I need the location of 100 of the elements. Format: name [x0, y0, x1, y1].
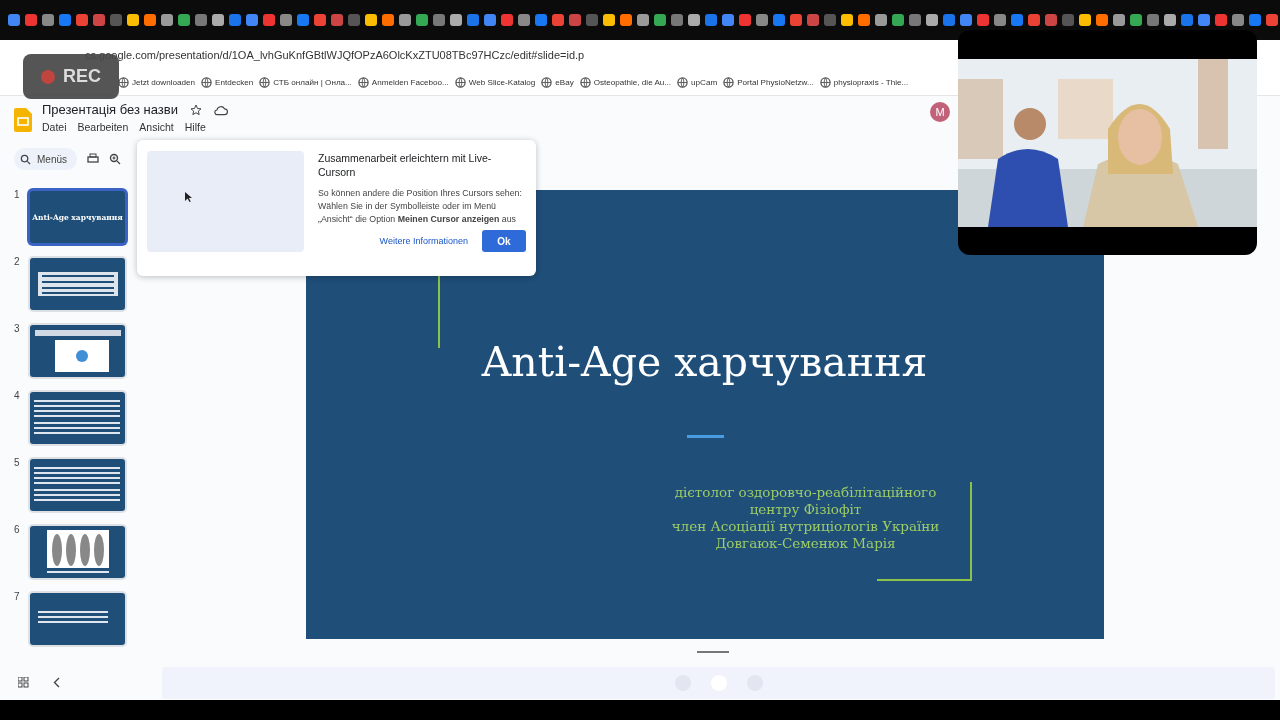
menu-item[interactable]: Datei	[42, 121, 67, 133]
more-info-link[interactable]: Weitere Informationen	[379, 236, 468, 246]
tab-favicon-icon[interactable]	[467, 14, 479, 26]
tab-favicon-icon[interactable]	[960, 14, 972, 26]
tab-favicon-icon[interactable]	[994, 14, 1006, 26]
bookmark-link[interactable]: СТБ онлайн | Онла...	[259, 77, 352, 88]
star-icon[interactable]	[190, 103, 202, 116]
tab-favicon-icon[interactable]	[603, 14, 615, 26]
tab-favicon-icon[interactable]	[654, 14, 666, 26]
menu-search-field[interactable]: Menüs	[14, 148, 77, 170]
tab-favicon-icon[interactable]	[195, 14, 207, 26]
print-icon[interactable]	[87, 153, 99, 165]
tab-favicon-icon[interactable]	[314, 14, 326, 26]
tab-favicon-icon[interactable]	[1215, 14, 1227, 26]
bookmark-link[interactable]: Portal PhysioNetzw...	[723, 77, 814, 88]
bookmark-link[interactable]: eBay	[541, 77, 574, 88]
slide-thumbnail[interactable]	[28, 390, 127, 446]
tab-favicon-icon[interactable]	[841, 14, 853, 26]
slide-thumbnail[interactable]	[28, 256, 127, 312]
tab-favicon-icon[interactable]	[518, 14, 530, 26]
bookmark-link[interactable]: Jetzt downloaden	[118, 77, 195, 88]
tab-favicon-icon[interactable]	[705, 14, 717, 26]
tab-favicon-icon[interactable]	[212, 14, 224, 26]
user-avatar[interactable]: M	[930, 102, 950, 122]
tab-favicon-icon[interactable]	[127, 14, 139, 26]
tab-favicon-icon[interactable]	[892, 14, 904, 26]
tab-favicon-icon[interactable]	[1181, 14, 1193, 26]
tab-favicon-icon[interactable]	[977, 14, 989, 26]
tab-favicon-icon[interactable]	[42, 14, 54, 26]
tab-favicon-icon[interactable]	[1266, 14, 1278, 26]
tab-favicon-icon[interactable]	[535, 14, 547, 26]
tab-favicon-icon[interactable]	[1028, 14, 1040, 26]
tab-favicon-icon[interactable]	[858, 14, 870, 26]
tab-favicon-icon[interactable]	[297, 14, 309, 26]
tab-favicon-icon[interactable]	[875, 14, 887, 26]
tab-favicon-icon[interactable]	[739, 14, 751, 26]
tab-favicon-icon[interactable]	[1113, 14, 1125, 26]
tab-favicon-icon[interactable]	[671, 14, 683, 26]
tab-favicon-icon[interactable]	[263, 14, 275, 26]
slide-thumbnail[interactable]	[28, 524, 127, 580]
tab-favicon-icon[interactable]	[1079, 14, 1091, 26]
tab-favicon-icon[interactable]	[484, 14, 496, 26]
tab-favicon-icon[interactable]	[1232, 14, 1244, 26]
tab-favicon-icon[interactable]	[501, 14, 513, 26]
slide-number: 4	[14, 390, 21, 403]
tab-favicon-icon[interactable]	[926, 14, 938, 26]
tab-favicon-icon[interactable]	[756, 14, 768, 26]
bookmark-link[interactable]: Anmelden Faceboo...	[357, 77, 449, 88]
slide-thumbnail[interactable]	[28, 591, 127, 647]
bookmark-link[interactable]: physiopraxis - Thie...	[819, 77, 909, 88]
cloud-icon[interactable]	[214, 103, 228, 116]
slide-thumbnail[interactable]	[28, 323, 127, 379]
tab-favicon-icon[interactable]	[790, 14, 802, 26]
tab-favicon-icon[interactable]	[25, 14, 37, 26]
menu-item[interactable]: Hilfe	[184, 121, 206, 133]
tab-favicon-icon[interactable]	[280, 14, 292, 26]
tab-favicon-icon[interactable]	[722, 14, 734, 26]
tab-favicon-icon[interactable]	[76, 14, 88, 26]
tab-favicon-icon[interactable]	[59, 14, 71, 26]
bookmark-link[interactable]: Osteopathie, die Au...	[579, 77, 672, 88]
tab-favicon-icon[interactable]	[365, 14, 377, 26]
tab-favicon-icon[interactable]	[161, 14, 173, 26]
document-title[interactable]: Презентація без назви	[42, 102, 178, 117]
tab-favicon-icon[interactable]	[229, 14, 241, 26]
menu-item[interactable]: Bearbeiten	[77, 121, 129, 133]
ok-button[interactable]: Ok	[482, 230, 526, 252]
tab-favicon-icon[interactable]	[773, 14, 785, 26]
tab-favicon-icon[interactable]	[1249, 14, 1261, 26]
slide-thumbnail[interactable]	[28, 457, 127, 513]
bookmark-link[interactable]: Web Slice-Katalog	[454, 77, 536, 88]
zoom-icon[interactable]	[109, 153, 121, 165]
tab-favicon-icon[interactable]	[1096, 14, 1108, 26]
tab-favicon-icon[interactable]	[620, 14, 632, 26]
tab-favicon-icon[interactable]	[1130, 14, 1142, 26]
tab-favicon-icon[interactable]	[1011, 14, 1023, 26]
tab-favicon-icon[interactable]	[1198, 14, 1210, 26]
tab-favicon-icon[interactable]	[416, 14, 428, 26]
grid-view-icon[interactable]	[18, 676, 29, 688]
slide-number: 2	[14, 256, 21, 269]
resize-handle[interactable]	[696, 651, 729, 653]
tab-favicon-icon[interactable]	[8, 14, 20, 26]
chevron-left-icon[interactable]	[53, 676, 60, 688]
tab-favicon-icon[interactable]	[246, 14, 258, 26]
globe-icon	[579, 77, 591, 88]
menu-item[interactable]: Ansicht	[139, 121, 174, 133]
tab-favicon-icon[interactable]	[382, 14, 394, 26]
tab-favicon-icon[interactable]	[688, 14, 700, 26]
tab-favicon-icon[interactable]	[909, 14, 921, 26]
tab-favicon-icon[interactable]	[433, 14, 445, 26]
tab-favicon-icon[interactable]	[144, 14, 156, 26]
tab-favicon-icon[interactable]	[178, 14, 190, 26]
tab-favicon-icon[interactable]	[943, 14, 955, 26]
tab-favicon-icon[interactable]	[1147, 14, 1159, 26]
tab-favicon-icon[interactable]	[637, 14, 649, 26]
tab-favicon-icon[interactable]	[399, 14, 411, 26]
bookmark-link[interactable]: Entdecken	[201, 77, 254, 88]
tab-favicon-icon[interactable]	[450, 14, 462, 26]
bookmark-link[interactable]: upCam	[677, 77, 718, 88]
tab-favicon-icon[interactable]	[552, 14, 564, 26]
tab-favicon-icon[interactable]	[1164, 14, 1176, 26]
